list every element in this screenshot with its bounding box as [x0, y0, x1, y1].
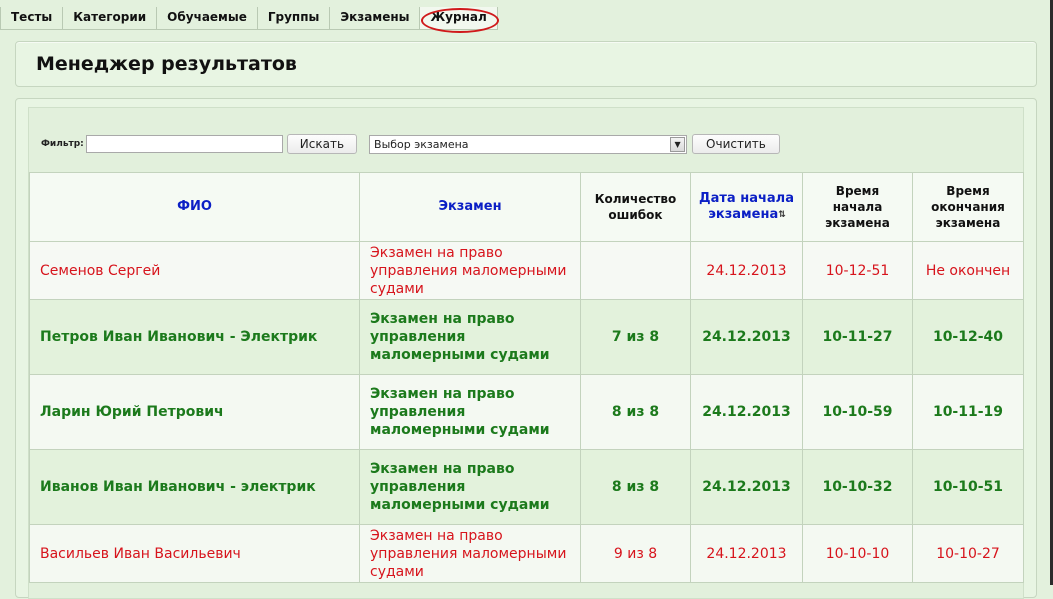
table-row: Семенов Сергей Экзамен на право управлен… [29, 241, 1024, 300]
table-row: Петров Иван Иванович - Электрик Экзамен … [29, 299, 1024, 375]
cell-start-time: 10-10-32 [802, 449, 913, 525]
filter-bar: Фильтр: Искать Выбор экзамена ▼ Очистить [41, 133, 780, 155]
cell-exam: Экзамен на право управления маломерными … [359, 524, 581, 583]
cell-name: Иванов Иван Иванович - электрик [29, 449, 360, 525]
cell-start-date: 24.12.2013 [690, 524, 803, 583]
table-row: Васильев Иван Васильевич Экзамен на прав… [29, 524, 1024, 583]
cell-name: Васильев Иван Васильевич [29, 524, 360, 583]
search-button[interactable]: Искать [286, 134, 358, 154]
cell-end-time: Не окончен [912, 241, 1024, 300]
tab-exams[interactable]: Экзамены [330, 7, 421, 30]
cell-exam: Экзамен на право управления маломерными … [359, 449, 581, 525]
cell-exam: Экзамен на право управления маломерными … [359, 241, 581, 300]
table-header-row: ФИО Экзамен Количество ошибок Дата начал… [29, 172, 1024, 242]
page-title: Менеджер результатов [36, 53, 297, 75]
cell-errors: 7 из 8 [580, 299, 691, 375]
cell-errors: 8 из 8 [580, 374, 691, 450]
filter-input[interactable] [85, 135, 283, 153]
cell-end-time: 10-10-27 [912, 524, 1024, 583]
table-row: Иванов Иван Иванович - электрик Экзамен … [29, 449, 1024, 525]
tab-categories[interactable]: Категории [63, 7, 158, 30]
column-header-errors: Количество ошибок [580, 172, 691, 242]
results-inner-panel: Фильтр: Искать Выбор экзамена ▼ Очистить… [28, 107, 1024, 599]
cell-start-time: 10-12-51 [802, 241, 913, 300]
chevron-down-icon[interactable]: ▼ [670, 136, 686, 152]
column-header-exam[interactable]: Экзамен [359, 172, 581, 242]
tab-trainees[interactable]: Обучаемые [157, 7, 258, 30]
exam-select-value: Выбор экзамена [374, 137, 469, 151]
main-nav-tabs: Тесты Категории Обучаемые Группы Экзамен… [0, 7, 500, 33]
cell-end-time: 10-11-19 [912, 374, 1024, 450]
cell-errors: 8 из 8 [580, 449, 691, 525]
cell-exam: Экзамен на право управления маломерными … [359, 299, 581, 375]
cell-name: Петров Иван Иванович - Электрик [29, 299, 360, 375]
column-header-start-time: Время начала экзамена [802, 172, 913, 242]
exam-select[interactable]: Выбор экзамена ▼ [369, 134, 688, 154]
sort-desc-icon[interactable]: ⇅ [778, 210, 785, 220]
tab-tests[interactable]: Тесты [1, 7, 64, 30]
filter-label: Фильтр: [41, 139, 84, 149]
cell-start-time: 10-11-27 [802, 299, 913, 375]
table-row: Ларин Юрий Петрович Экзамен на право упр… [29, 374, 1024, 450]
cell-start-date: 24.12.2013 [690, 241, 803, 300]
cell-name: Семенов Сергей [29, 241, 360, 300]
cell-start-date: 24.12.2013 [690, 449, 803, 525]
column-header-start-date[interactable]: Дата начала экзамена⇅ [690, 172, 803, 242]
cell-name: Ларин Юрий Петрович [29, 374, 360, 450]
cell-errors [580, 241, 691, 300]
cell-end-time: 10-12-40 [912, 299, 1024, 375]
tab-journal[interactable]: Журнал [420, 7, 500, 33]
clear-button[interactable]: Очистить [692, 134, 780, 154]
cell-exam: Экзамен на право управления маломерными … [359, 374, 581, 450]
cell-start-time: 10-10-59 [802, 374, 913, 450]
tab-groups[interactable]: Группы [257, 7, 331, 30]
cell-start-date: 24.12.2013 [690, 374, 803, 450]
results-table: ФИО Экзамен Количество ошибок Дата начал… [29, 172, 1024, 583]
column-header-name[interactable]: ФИО [29, 172, 360, 242]
cell-start-time: 10-10-10 [802, 524, 913, 583]
cell-start-date: 24.12.2013 [690, 299, 803, 375]
cell-end-time: 10-10-51 [912, 449, 1024, 525]
cell-errors: 9 из 8 [580, 524, 691, 583]
results-panel: Фильтр: Искать Выбор экзамена ▼ Очистить… [15, 98, 1037, 599]
column-header-end-time: Время окончания экзамена [912, 172, 1024, 242]
page-header: Менеджер результатов [15, 41, 1037, 87]
